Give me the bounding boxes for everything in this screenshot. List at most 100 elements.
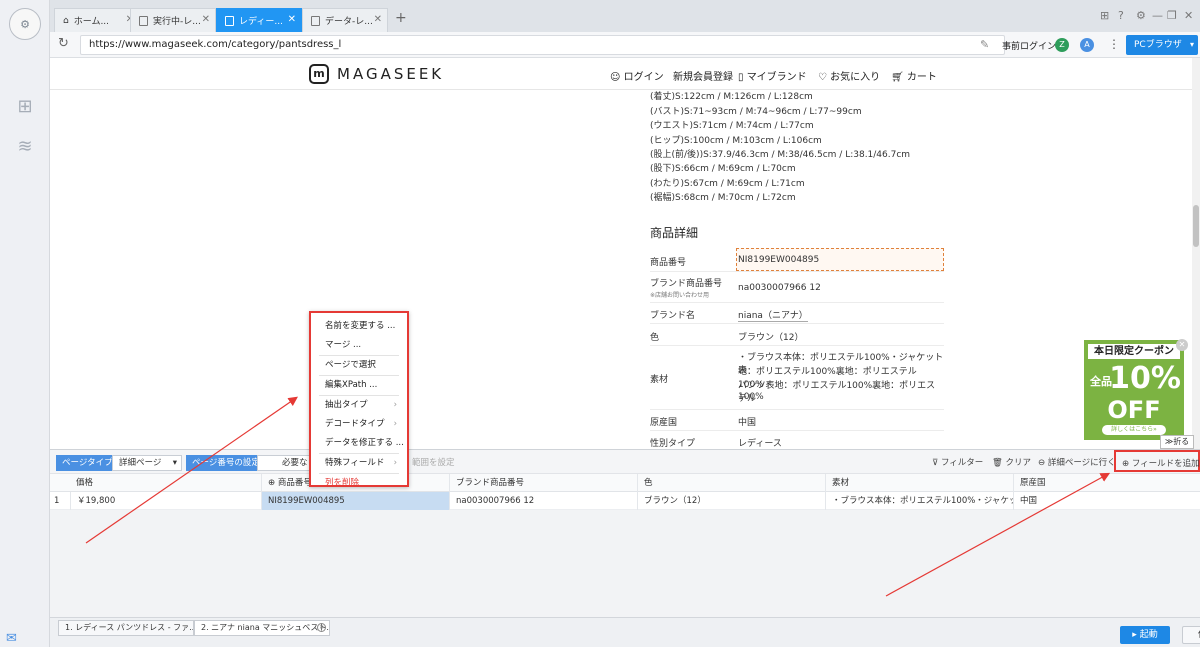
save-button[interactable]: 保存 xyxy=(1182,626,1200,644)
detail-value-line[interactable]: 100% xyxy=(738,392,764,402)
detail-label: 色 xyxy=(650,333,660,343)
page-icon xyxy=(311,15,320,26)
task-tab[interactable]: 2. ニアナ niana マニッシュベスト... ✕ xyxy=(194,620,330,636)
menu-item-label: 名前を変更する ... xyxy=(325,321,396,331)
menu-item-edit-xpath[interactable]: 編集XPath ... xyxy=(311,376,407,395)
restore-icon[interactable]: ❐ xyxy=(1167,9,1177,22)
menu-item-rename[interactable]: 名前を変更する ... xyxy=(311,317,407,336)
column-header[interactable]: 原産国 xyxy=(1013,474,1200,492)
nav-register[interactable]: 新規会員登録 xyxy=(673,68,733,83)
fold-button[interactable]: ≫折る xyxy=(1160,435,1194,449)
detail-row: 原産国 中国 xyxy=(650,410,944,431)
close-icon[interactable]: ✕ xyxy=(374,14,382,25)
layers-icon[interactable]: ≋ xyxy=(14,136,36,158)
menu-item-delete-column[interactable]: 列を削除 xyxy=(311,474,407,493)
close-icon[interactable]: ✕ xyxy=(317,623,326,632)
coupon-more-link[interactable]: 詳しくはこちら» xyxy=(1102,425,1166,435)
edit-icon[interactable]: ✎ xyxy=(980,38,989,51)
detail-row: 素材 ・ブラウス本体：ポリエステル100%・ジャケット表 地：ポリエステル100… xyxy=(650,346,944,410)
tab-home[interactable]: ⌂ ホーム... ✕ xyxy=(54,8,140,32)
brand-link[interactable]: niana（ニアナ） xyxy=(738,308,808,322)
tab-label: 実行中-レ... xyxy=(153,17,201,27)
reload-icon[interactable]: ↻ xyxy=(58,36,69,51)
pre-login-link[interactable]: 事前ログイン xyxy=(1002,39,1056,52)
vertical-scrollbar[interactable] xyxy=(1192,58,1200,449)
tab-ladies[interactable]: レディー... ✕ xyxy=(216,8,302,32)
address-bar: ↻ https://www.magaseek.com/category/pant… xyxy=(50,32,1200,58)
menu-item-merge[interactable]: マージ ... xyxy=(311,336,407,355)
coupon-banner[interactable]: 本日限定クーポン 全品 10% OFF 詳しくはこちら» xyxy=(1084,340,1184,440)
table-header: 価格 ⊕ 商品番号 ブランド商品番号 色 素材 原産国 xyxy=(50,474,1200,492)
minimize-icon[interactable]: — xyxy=(1152,9,1163,22)
more-menu-icon[interactable]: ⋮ xyxy=(1108,37,1120,51)
help-icon[interactable]: ? xyxy=(1118,9,1124,22)
goto-detail-button[interactable]: ⊖ 詳細ページに行く xyxy=(1038,456,1116,468)
magaseek-logo[interactable]: m MAGASEEK xyxy=(309,64,444,84)
app-logo-icon[interactable]: ⚙ xyxy=(9,8,41,40)
column-header[interactable]: ブランド商品番号 xyxy=(449,474,637,492)
table-empty-area xyxy=(50,510,1200,617)
filter-label: フィルター xyxy=(940,458,984,468)
clear-button[interactable]: 🗑︎ クリア xyxy=(992,456,1031,468)
extension-icon[interactable]: A xyxy=(1080,38,1094,52)
detail-value[interactable]: ブラウン（12） xyxy=(738,330,803,343)
extension-icon[interactable]: Z xyxy=(1055,38,1069,52)
column-header[interactable]: 色 xyxy=(637,474,825,492)
table-cell[interactable]: NI8199EW004895 xyxy=(261,492,449,510)
table-cell[interactable]: ・ブラウス本体：ポリエステル100%・ジャケット... xyxy=(825,492,1013,510)
tab-running[interactable]: 実行中-レ... ✕ xyxy=(130,8,216,32)
menu-item-extract-type[interactable]: 抽出タイプ › xyxy=(311,396,407,415)
pc-browser-button[interactable]: PCブラウザ ▾ xyxy=(1126,35,1198,55)
set-range-link[interactable]: 範囲を設定 xyxy=(412,456,455,468)
table-row[interactable]: 1 ￥19,800 NI8199EW004895 na0030007966 12… xyxy=(50,492,1200,510)
detail-value[interactable]: na0030007966 12 xyxy=(738,283,821,293)
settings-icon[interactable]: ⚙ xyxy=(1136,9,1146,22)
add-field-button[interactable]: ⊕ フィールドを追加 xyxy=(1114,450,1200,472)
nav-cart[interactable]: 🛒︎ カート xyxy=(891,68,937,83)
task-tab-label: 2. ニアナ niana マニッシュベスト... xyxy=(201,623,330,632)
crosshair-icon: ⊕ xyxy=(268,478,278,488)
start-button[interactable]: ▸ 起動 xyxy=(1120,626,1170,644)
url-input[interactable]: https://www.magaseek.com/category/pantsd… xyxy=(80,35,1005,55)
detail-value[interactable]: レディース xyxy=(738,436,782,449)
close-icon[interactable]: ✕ xyxy=(1176,339,1188,351)
spec-line: (着丈)S:122cm / M:126cm / L:128cm xyxy=(650,92,813,102)
close-icon[interactable]: ✕ xyxy=(288,14,296,25)
table-cell[interactable]: na0030007966 12 xyxy=(449,492,637,510)
close-icon[interactable]: ✕ xyxy=(202,14,210,25)
detail-value[interactable]: NI8199EW004895 xyxy=(738,255,819,265)
menu-item-decode-type[interactable]: デコードタイプ › xyxy=(311,415,407,434)
nav-my-brand[interactable]: ▯ マイブランド xyxy=(738,68,807,83)
detail-label: ブランド名 xyxy=(650,311,696,321)
table-cell[interactable]: 中国 xyxy=(1013,492,1200,510)
plus-circle-icon: ⊕ xyxy=(1122,459,1132,469)
goto-detail-label: 詳細ページに行く xyxy=(1047,458,1116,468)
column-header[interactable]: 素材 xyxy=(825,474,1013,492)
chevron-right-icon: › xyxy=(393,419,397,429)
table-cell[interactable]: ブラウン（12） xyxy=(637,492,825,510)
table-cell[interactable]: ￥19,800 xyxy=(70,492,261,510)
page-number-label: ページ番号の設定 xyxy=(186,455,266,471)
coupon-all-items: 全品 xyxy=(1090,375,1112,388)
extraction-toolbar: ページタイプ 詳細ページ ▾ ページ番号の設定 必要な 範囲を設定 ⊽ フィルタ… xyxy=(50,449,1200,474)
tab-data[interactable]: データ-レ... ✕ xyxy=(302,8,388,32)
page-type-select[interactable]: 詳細ページ ▾ xyxy=(112,455,182,471)
gift-icon[interactable]: ⊞ xyxy=(1100,9,1109,22)
filter-button[interactable]: ⊽ フィルター xyxy=(932,456,983,468)
menu-item-modify-data[interactable]: データを修正する ... xyxy=(311,434,407,453)
mail-icon[interactable]: ✉ xyxy=(6,631,17,646)
nav-login[interactable]: ☺ ログイン xyxy=(610,68,664,83)
scrollbar-thumb[interactable] xyxy=(1193,205,1199,247)
close-window-icon[interactable]: ✕ xyxy=(1184,9,1193,22)
detail-value[interactable]: 中国 xyxy=(738,415,756,428)
spec-line: (股上(前/後))S:37.9/46.3cm / M:38/46.5cm / L… xyxy=(650,150,911,160)
home-icon: ⌂ xyxy=(63,15,69,26)
new-task-icon[interactable]: ⊞ xyxy=(14,96,36,118)
menu-item-special-field[interactable]: 特殊フィールド › xyxy=(311,454,407,473)
task-tab[interactable]: 1. レディース パンツドレス - ファ... xyxy=(58,620,194,636)
nav-favorites[interactable]: ♡ お気に入り xyxy=(818,68,880,83)
column-header[interactable]: 価格 xyxy=(70,474,261,492)
detail-value-line[interactable]: パンツ表地：ポリエステル100%裏地：ポリエステル xyxy=(738,378,944,404)
new-tab-icon[interactable]: + xyxy=(395,10,407,26)
menu-item-select-on-page[interactable]: ページで選択 xyxy=(311,356,407,375)
